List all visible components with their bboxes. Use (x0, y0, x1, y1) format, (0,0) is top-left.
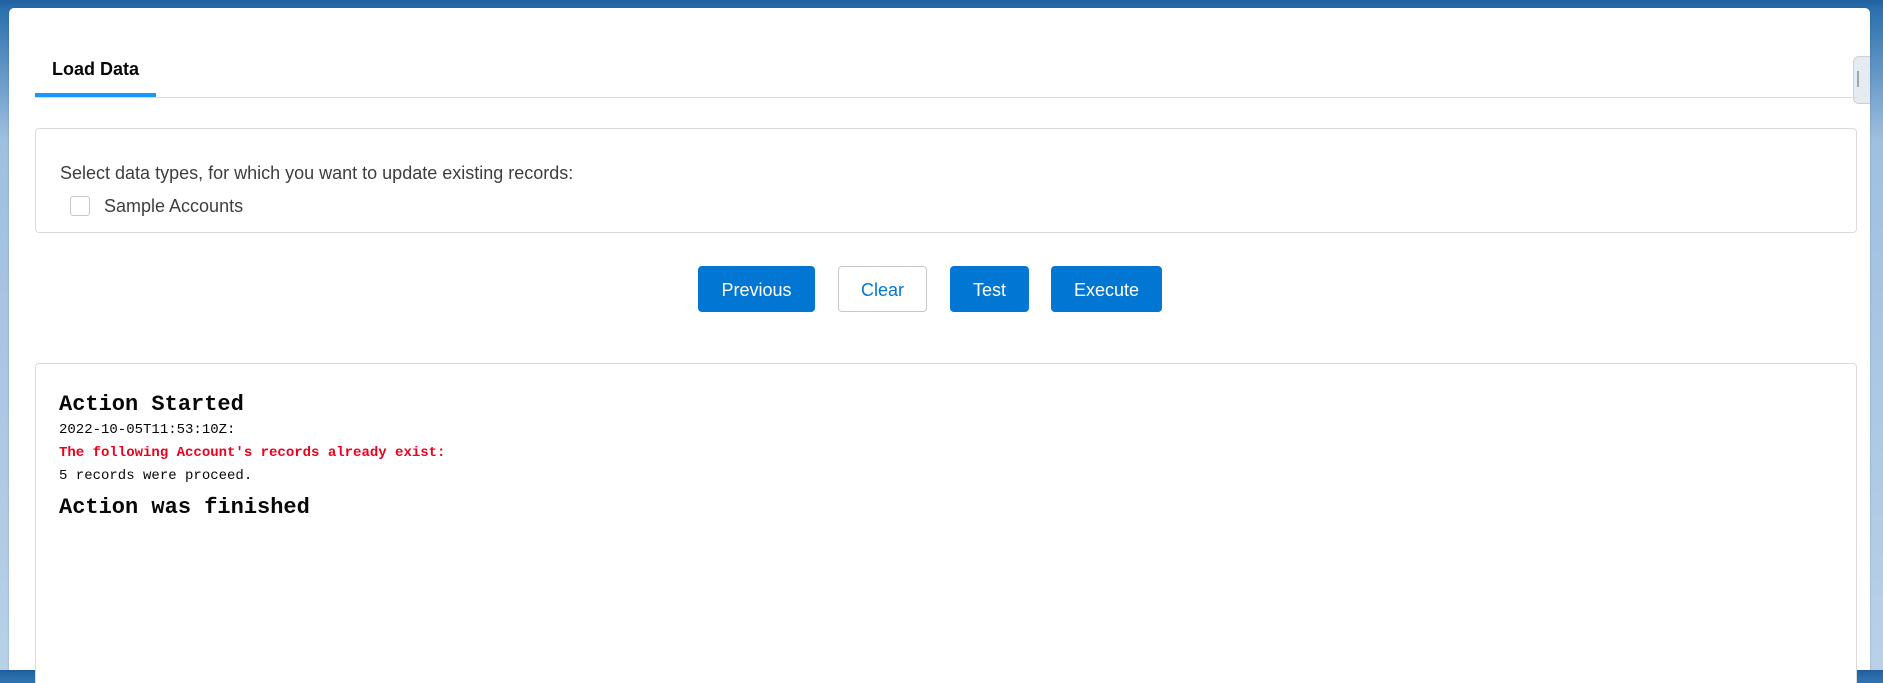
main-panel: Load Data Select data types, for which y… (9, 8, 1870, 683)
sample-accounts-checkbox[interactable] (70, 196, 90, 216)
execute-button[interactable]: Execute (1051, 266, 1162, 312)
log-timestamp: 2022-10-05T11:53:10Z: (59, 422, 236, 438)
sample-accounts-option[interactable]: Sample Accounts (70, 193, 243, 219)
test-button[interactable]: Test (950, 266, 1029, 312)
data-type-selection-card: Select data types, for which you want to… (35, 128, 1857, 233)
drag-handle-icon (1857, 71, 1867, 87)
tab-load-data[interactable]: Load Data (35, 44, 157, 97)
log-action-started: Action Started (59, 392, 244, 417)
log-output: Action Started 2022-10-05T11:53:10Z: The… (59, 391, 445, 522)
log-action-finished: Action was finished (59, 495, 310, 520)
log-error-message: The following Account's records already … (59, 445, 446, 461)
log-output-card: Action Started 2022-10-05T11:53:10Z: The… (35, 363, 1857, 683)
clear-button[interactable]: Clear (838, 266, 927, 312)
selection-prompt: Select data types, for which you want to… (60, 163, 574, 183)
sample-accounts-label: Sample Accounts (104, 195, 244, 216)
tab-bar: Load Data (35, 44, 1857, 98)
log-summary: 5 records were proceed. (59, 468, 253, 484)
previous-button[interactable]: Previous (698, 266, 815, 312)
